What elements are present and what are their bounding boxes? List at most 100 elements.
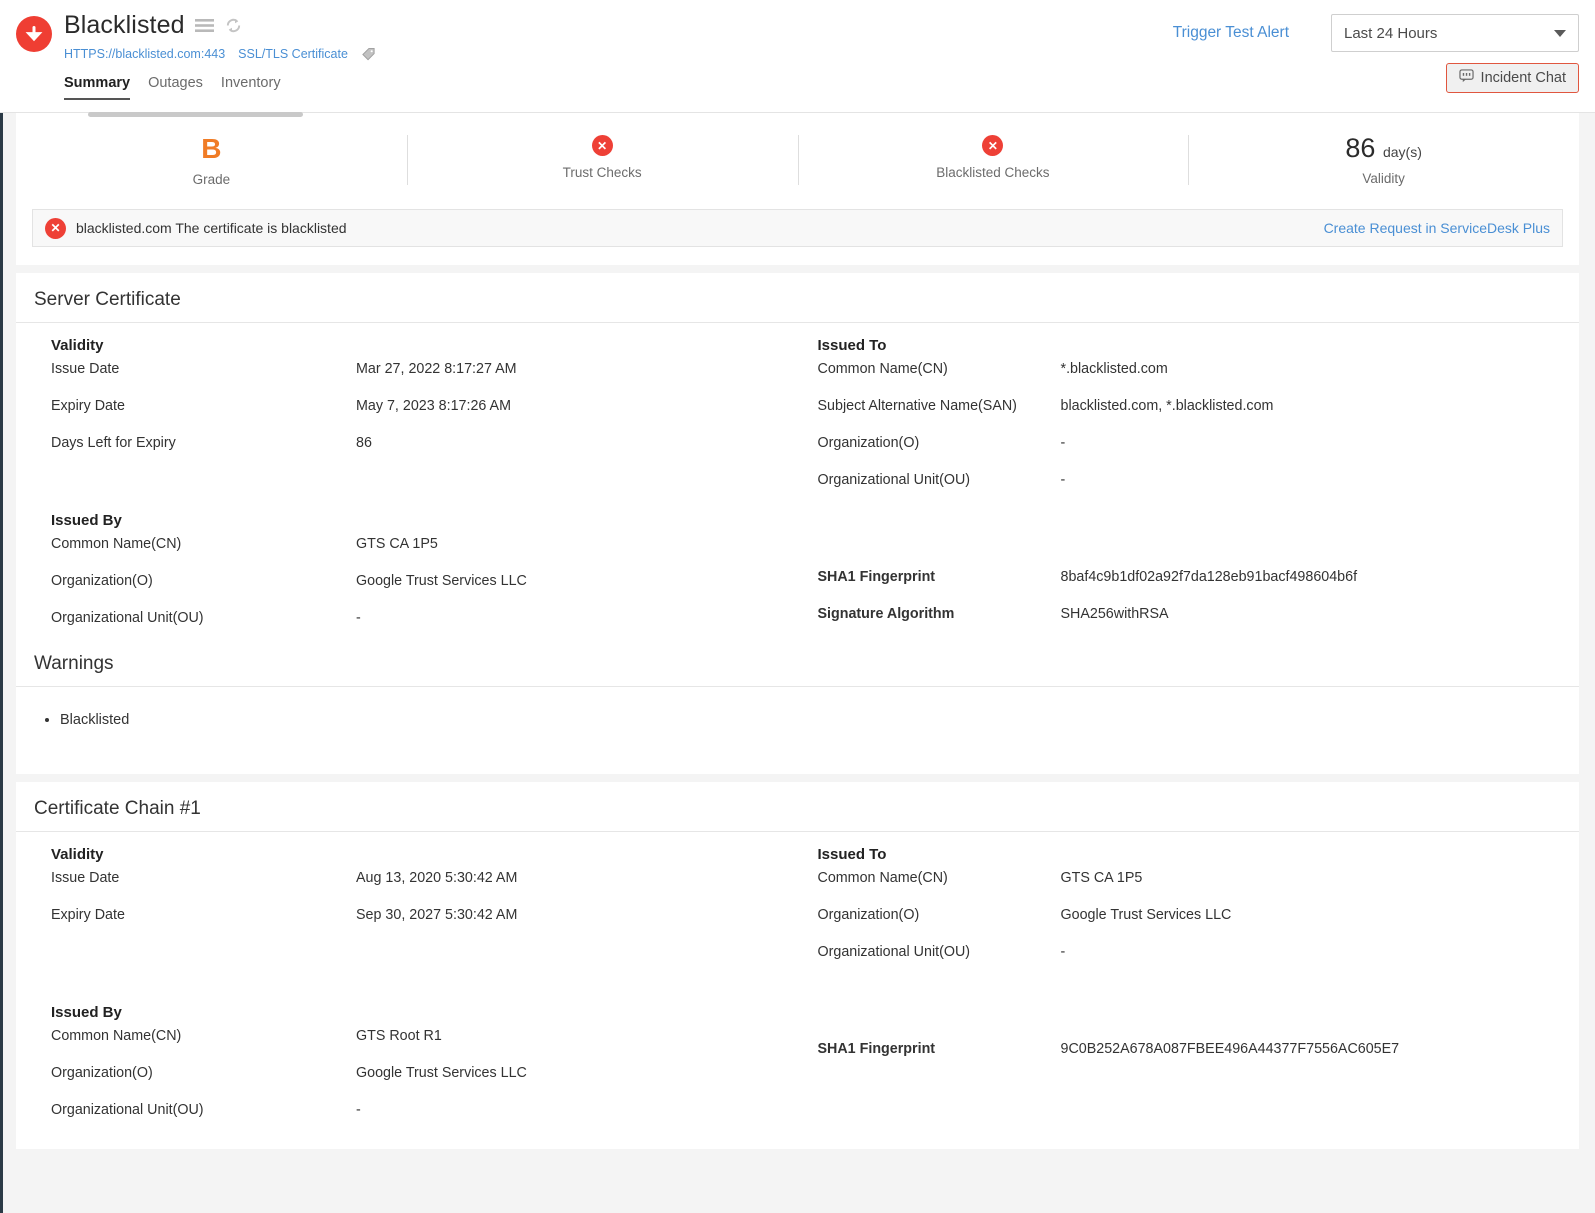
table-row: Expiry Date Sep 30, 2027 5:30:42 AM [51,907,798,923]
validity-value-wrap: 86 day(s) [1188,135,1579,162]
certificate-chain-1-title: Certificate Chain #1 [16,782,1579,832]
certificate-chain-1-left-column: Validity Issue Date Aug 13, 2020 5:30:42… [16,846,798,1139]
row-value: Google Trust Services LLC [1060,907,1232,923]
row-key: Common Name(CN) [51,1028,182,1044]
refresh-icon[interactable] [224,16,243,35]
row-key: Organization(O) [817,435,920,451]
row-key: SHA1 Fingerprint [817,1041,936,1057]
chat-bubble-icon [1458,69,1474,87]
row-value: 9C0B252A678A087FBEE496A44377F7556AC605E7 [1060,1041,1400,1057]
monitor-url-link[interactable]: HTTPS://blacklisted.com:443 [64,47,225,61]
row-key: Organizational Unit(OU) [51,610,204,626]
validity-heading: Validity [51,846,104,863]
validity-label: Validity [1362,171,1405,186]
row-value: GTS CA 1P5 [356,536,438,552]
row-key: SHA1 Fingerprint [817,569,936,585]
table-row: Issue Date Aug 13, 2020 5:30:42 AM [51,870,798,886]
row-value: 86 [356,435,372,451]
error-x-icon: ✕ [982,135,1004,156]
header-right: Trigger Test Alert Last 24 Hours Inciden… [1173,14,1579,93]
row-key: Organization(O) [51,573,153,589]
tab-inventory[interactable]: Inventory [221,75,281,100]
row-value: GTS Root R1 [356,1028,442,1044]
row-value: - [356,610,361,626]
table-row: Expiry Date May 7, 2023 8:17:26 AM [51,398,798,414]
summary-stats-card: B Grade ✕ Trust Checks ✕ Blacklisted Che… [16,113,1579,203]
server-certificate-left-column: Validity Issue Date Mar 27, 2022 8:17:27… [16,337,798,647]
table-row: Common Name(CN) GTS CA 1P5 [818,870,1580,886]
header-actions-row: Trigger Test Alert Last 24 Hours [1173,14,1579,52]
server-certificate-title: Server Certificate [16,273,1579,323]
row-key: Subject Alternative Name(SAN) [817,398,1017,414]
issued-to-heading: Issued To [817,846,887,863]
time-period-select[interactable]: Last 24 Hours [1331,14,1579,52]
blacklisted-checks-status: ✕ [798,135,1189,156]
trigger-test-alert-link[interactable]: Trigger Test Alert [1173,24,1289,42]
table-row: SHA1 Fingerprint 8baf4c9b1df02a92f7da128… [818,569,1580,585]
row-key: Days Left for Expiry [51,435,176,451]
table-row: Organizational Unit(OU) - [818,944,1580,960]
certificate-chain-1-columns: Validity Issue Date Aug 13, 2020 5:30:42… [16,832,1579,1139]
validity-heading: Validity [51,337,104,354]
row-value: Sep 30, 2027 5:30:42 AM [356,907,518,923]
row-key: Issue Date [51,361,120,377]
down-arrow-circle-icon [16,16,52,52]
certificate-chain-1-section: Certificate Chain #1 Validity Issue Date… [16,782,1579,1149]
error-x-icon: ✕ [45,217,66,239]
row-key: Organization(O) [817,907,920,923]
certificate-alert-banner: ✕ blacklisted.com The certificate is bla… [32,209,1563,247]
issued-by-heading: Issued By [51,1004,122,1021]
tab-summary[interactable]: Summary [64,75,131,100]
alert-wrap: ✕ blacklisted.com The certificate is bla… [16,203,1579,265]
alert-message: blacklisted.com The certificate is black… [76,220,347,236]
hamburger-menu-icon[interactable] [194,18,214,33]
issued-by-heading: Issued By [51,512,122,529]
table-row: Subject Alternative Name(SAN) blackliste… [818,398,1580,414]
row-value: blacklisted.com, *.blacklisted.com [1060,398,1274,414]
title-row: Blacklisted [64,11,376,40]
grade-value: B [201,133,222,164]
row-key: Organizational Unit(OU) [51,1102,204,1118]
row-value: GTS CA 1P5 [1060,870,1143,886]
row-value: - [356,1102,361,1118]
row-value: Aug 13, 2020 5:30:42 AM [356,870,518,886]
table-row: Organization(O) Google Trust Services LL… [51,573,798,589]
validity-unit: day(s) [1382,144,1422,160]
table-row: Organization(O) Google Trust Services LL… [51,1065,798,1081]
left-edge-bar [0,0,3,1213]
ssl-certificate-monitor-page: Blacklisted HTTPS://blacklisted.com:443 … [0,0,1595,1213]
warnings-title: Warnings [16,647,1579,687]
stat-grade: B Grade [16,131,407,189]
row-value: - [1060,435,1066,451]
row-key: Common Name(CN) [51,536,182,552]
list-item: Blacklisted [60,711,1579,728]
trust-checks-label: Trust Checks [562,165,642,180]
summary-stats: B Grade ✕ Trust Checks ✕ Blacklisted Che… [16,131,1579,189]
scroll-indicator[interactable] [88,112,303,117]
row-value: - [1060,472,1066,488]
stat-validity: 86 day(s) Validity [1188,131,1579,189]
row-value: Mar 27, 2022 8:17:27 AM [356,361,517,377]
table-row: Issue Date Mar 27, 2022 8:17:27 AM [51,361,798,377]
tag-icon[interactable] [361,47,376,62]
row-value: 8baf4c9b1df02a92f7da128eb91bacf498604b6f [1060,569,1358,585]
row-value: - [1060,944,1066,960]
monitor-type-link[interactable]: SSL/TLS Certificate [238,47,348,61]
row-value: May 7, 2023 8:17:26 AM [356,398,511,414]
time-period-value: Last 24 Hours [1344,24,1438,42]
tab-outages[interactable]: Outages [148,75,203,100]
row-key: Expiry Date [51,907,125,923]
table-row: Organizational Unit(OU) - [51,1102,798,1118]
incident-chat-button[interactable]: Incident Chat [1445,63,1579,93]
create-request-servicedesk-link[interactable]: Create Request in ServiceDesk Plus [1324,220,1550,236]
row-key: Organizational Unit(OU) [817,944,971,960]
table-row: Common Name(CN) *.blacklisted.com [818,361,1580,377]
row-key: Common Name(CN) [817,870,948,886]
table-row: Days Left for Expiry 86 [51,435,798,451]
alert-message-group: ✕ blacklisted.com The certificate is bla… [45,217,347,239]
table-row: Common Name(CN) GTS Root R1 [51,1028,798,1044]
